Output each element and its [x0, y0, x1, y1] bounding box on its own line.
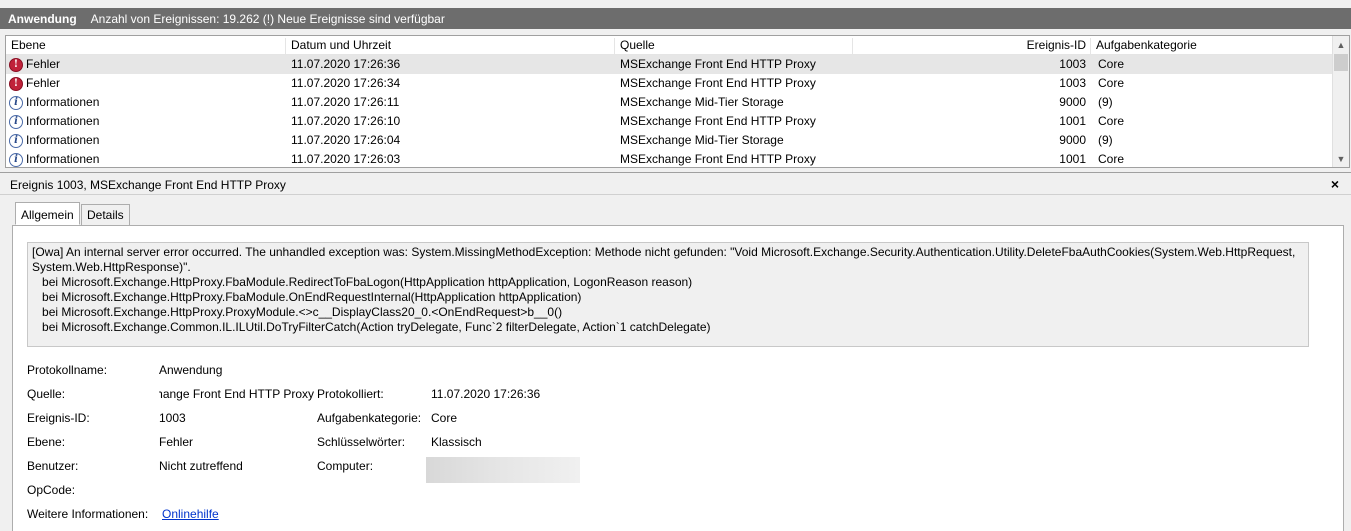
event-task: Core: [1098, 114, 1125, 128]
event-details-pane: Ereignis 1003, MSExchange Front End HTTP…: [0, 172, 1351, 531]
event-level: Informationen: [26, 152, 100, 166]
event-message[interactable]: [Owa] An internal server error occurred.…: [27, 242, 1309, 347]
label-ereignis-id: Ereignis-ID:: [27, 411, 90, 425]
label-quelle: Quelle:: [27, 387, 66, 401]
event-source: MSExchange Mid-Tier Storage: [620, 95, 784, 109]
event-date: 11.07.2020 17:26:36: [291, 57, 401, 71]
scrollbar-thumb[interactable]: [1334, 54, 1348, 71]
column-header-datum[interactable]: Datum und Uhrzeit: [286, 38, 615, 55]
event-id: 1001: [1059, 114, 1086, 128]
event-level: Fehler: [26, 76, 61, 90]
log-name: Anwendung: [8, 11, 77, 26]
column-header-quelle[interactable]: Quelle: [615, 38, 853, 55]
event-task: (9): [1098, 133, 1113, 147]
event-date: 11.07.2020 17:26:03: [291, 152, 401, 166]
label-protokolliert: Protokolliert:: [317, 387, 384, 401]
event-task: (9): [1098, 95, 1113, 109]
error-icon: !: [9, 76, 23, 91]
event-row[interactable]: i Informationen 11.07.2020 17:26:03 MSExc…: [6, 150, 1333, 167]
event-id: 1003: [1059, 76, 1086, 90]
log-titlebar: Anwendung Anzahl von Ereignissen: 19.262…: [0, 8, 1351, 29]
event-level: Informationen: [26, 133, 100, 147]
info-icon: i: [9, 114, 23, 129]
error-icon: !: [9, 57, 23, 72]
label-computer: Computer:: [317, 459, 374, 473]
scroll-up-icon[interactable]: ▲: [1333, 36, 1349, 53]
event-task: Core: [1098, 152, 1125, 166]
value-quelle[interactable]: MSExchange Front End HTTP Proxy: [159, 387, 314, 402]
event-level: Informationen: [26, 114, 100, 128]
event-count-info: Anzahl von Ereignissen: 19.262 (!) Neue …: [90, 11, 445, 26]
event-row[interactable]: i Informationen 11.07.2020 17:26:04 MSExc…: [6, 131, 1333, 150]
column-header-ereignis-id[interactable]: Ereignis-ID: [853, 38, 1091, 55]
value-ebene[interactable]: Fehler: [159, 435, 193, 450]
value-benutzer[interactable]: Nicht zutreffend: [159, 459, 243, 474]
tab-allgemein[interactable]: Allgemein: [15, 202, 80, 225]
event-row[interactable]: i Informationen 11.07.2020 17:26:11 MSExc…: [6, 93, 1333, 112]
event-level: Informationen: [26, 95, 100, 109]
event-list[interactable]: Ebene Datum und Uhrzeit Quelle Ereignis-…: [5, 35, 1350, 168]
info-icon: i: [9, 152, 23, 167]
event-list-header: Ebene Datum und Uhrzeit Quelle Ereignis-…: [6, 36, 1333, 55]
column-header-ebene[interactable]: Ebene: [6, 38, 286, 55]
event-level: Fehler: [26, 57, 61, 71]
value-protokolliert[interactable]: 11.07.2020 17:26:36: [431, 387, 540, 402]
label-weitere-informationen: Weitere Informationen:: [27, 507, 149, 521]
event-row[interactable]: ! Fehler 11.07.2020 17:26:36 MSExchange F…: [6, 55, 1333, 74]
column-header-aufgabenkategorie[interactable]: Aufgabenkategorie: [1091, 38, 1333, 55]
event-date: 11.07.2020 17:26:34: [291, 76, 401, 90]
label-schluesselwoerter: Schlüsselwörter:: [317, 435, 406, 449]
event-id: 1001: [1059, 152, 1086, 166]
event-source: MSExchange Front End HTTP Proxy: [620, 114, 816, 128]
event-source: MSExchange Mid-Tier Storage: [620, 133, 784, 147]
event-date: 11.07.2020 17:26:04: [291, 133, 401, 147]
value-computer-redacted: [426, 457, 580, 483]
value-ereignis-id[interactable]: 1003: [159, 411, 186, 426]
label-benutzer: Benutzer:: [27, 459, 79, 473]
event-source: MSExchange Front End HTTP Proxy: [620, 152, 816, 166]
details-header: Ereignis 1003, MSExchange Front End HTTP…: [0, 173, 1351, 195]
event-task: Core: [1098, 76, 1125, 90]
scroll-down-icon[interactable]: ▼: [1333, 150, 1349, 167]
event-id: 9000: [1059, 133, 1086, 147]
event-row[interactable]: i Informationen 11.07.2020 17:26:10 MSExc…: [6, 112, 1333, 131]
label-protokollname: Protokollname:: [27, 363, 108, 377]
label-ebene: Ebene:: [27, 435, 66, 449]
onlinehilfe-link[interactable]: Onlinehilfe: [162, 507, 219, 522]
info-icon: i: [9, 95, 23, 110]
event-id: 1003: [1059, 57, 1086, 71]
event-date: 11.07.2020 17:26:10: [291, 114, 401, 128]
value-protokollname[interactable]: Anwendung: [159, 363, 222, 378]
info-icon: i: [9, 133, 23, 148]
label-aufgabenkategorie: Aufgabenkategorie:: [317, 411, 422, 425]
event-source: MSExchange Front End HTTP Proxy: [620, 76, 816, 90]
event-row[interactable]: ! Fehler 11.07.2020 17:26:34 MSExchange F…: [6, 74, 1333, 93]
value-aufgabenkategorie[interactable]: Core: [431, 411, 457, 426]
event-id: 9000: [1059, 95, 1086, 109]
event-task: Core: [1098, 57, 1125, 71]
event-source: MSExchange Front End HTTP Proxy: [620, 57, 816, 71]
details-title: Ereignis 1003, MSExchange Front End HTTP…: [10, 178, 286, 192]
tab-details[interactable]: Details: [81, 204, 130, 226]
general-tab-panel: [Owa] An internal server error occurred.…: [12, 225, 1344, 531]
value-schluesselwoerter[interactable]: Klassisch: [431, 435, 482, 450]
close-icon[interactable]: ×: [1331, 176, 1339, 192]
event-date: 11.07.2020 17:26:11: [291, 95, 400, 109]
label-opcode: OpCode:: [27, 483, 76, 497]
event-list-scrollbar[interactable]: ▲ ▼: [1332, 36, 1349, 167]
